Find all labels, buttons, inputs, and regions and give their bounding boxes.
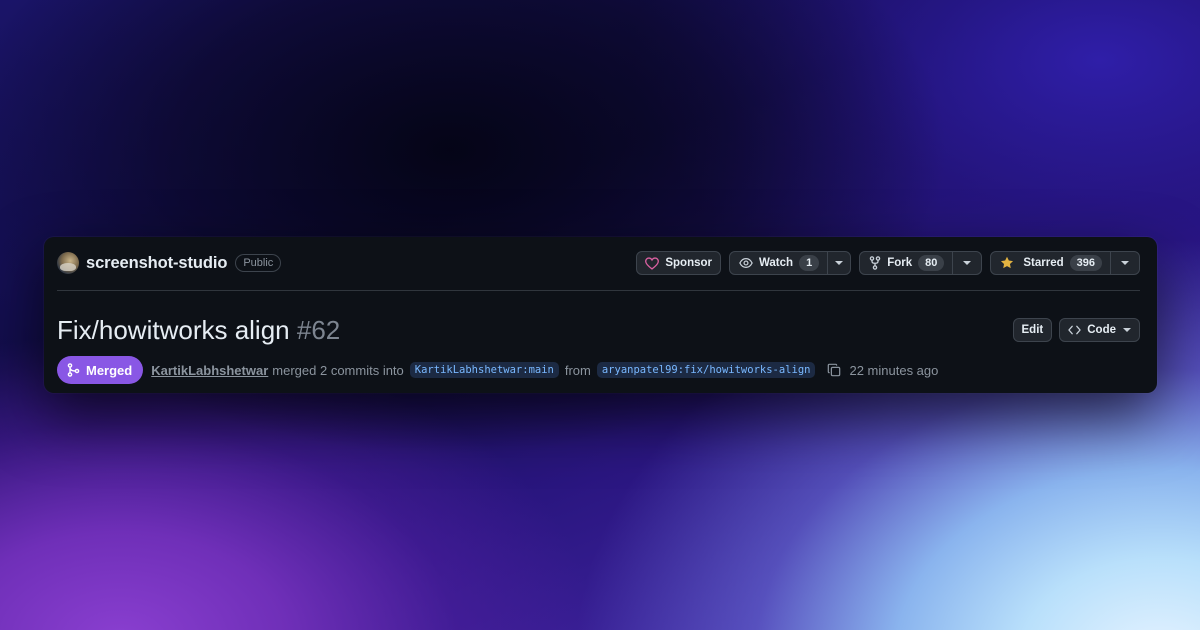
base-branch[interactable]: KartikLabhshetwar:main <box>409 362 559 378</box>
star-dropdown[interactable] <box>1110 252 1139 274</box>
edit-button[interactable]: Edit <box>1012 318 1053 342</box>
star-button-group: Starred 396 <box>990 251 1140 275</box>
merged-status-label: Merged <box>86 362 133 378</box>
visibility-badge: Public <box>235 254 282 272</box>
star-count: 396 <box>1069 255 1102 271</box>
watch-count: 1 <box>799 255 820 271</box>
chevron-down-icon <box>1121 261 1129 265</box>
fork-label: Fork <box>887 257 913 269</box>
header-divider <box>57 290 1140 291</box>
copy-icon[interactable] <box>827 363 841 377</box>
heart-icon <box>645 256 660 270</box>
chevron-down-icon <box>963 261 972 265</box>
code-label: Code <box>1087 324 1116 336</box>
watch-dropdown[interactable] <box>827 252 850 274</box>
head-branch[interactable]: aryanpatel99:fix/howitworks-align <box>596 362 816 378</box>
watch-button[interactable]: Watch 1 <box>730 252 827 274</box>
edit-label: Edit <box>1021 324 1044 336</box>
repo-header: screenshot-studio Public Sponsor Watch 1 <box>57 249 1140 277</box>
repo-actions: Sponsor Watch 1 Fork 80 Starred 396 <box>636 251 1140 275</box>
chevron-down-icon <box>1123 328 1131 332</box>
author-link[interactable]: KartikLabhshetwar <box>151 363 268 378</box>
eye-icon <box>739 257 753 269</box>
code-icon <box>1068 325 1081 335</box>
merge-icon <box>67 363 80 377</box>
from-text: from <box>564 362 591 378</box>
pr-meta: Merged KartikLabhshetwar merged 2 commit… <box>57 356 938 384</box>
sponsor-button[interactable]: Sponsor <box>636 251 721 275</box>
pr-title-text: Fix/howitworks align <box>57 315 290 345</box>
merged-status-badge: Merged <box>57 356 144 384</box>
fork-icon <box>869 256 881 270</box>
pull-request-card: screenshot-studio Public Sponsor Watch 1 <box>44 237 1157 393</box>
fork-dropdown[interactable] <box>952 252 981 274</box>
starred-label: Starred <box>1023 257 1064 269</box>
watch-button-group: Watch 1 <box>728 251 852 275</box>
merge-time: 22 minutes ago <box>849 362 939 378</box>
starred-button[interactable]: Starred 396 <box>991 252 1110 274</box>
pr-title: Fix/howitworks align #62 <box>57 314 340 346</box>
avatar[interactable] <box>57 252 79 274</box>
pr-number: #62 <box>296 315 341 345</box>
sponsor-label: Sponsor <box>665 257 712 269</box>
code-button[interactable]: Code <box>1059 318 1140 342</box>
star-icon <box>1000 256 1014 270</box>
chevron-down-icon <box>835 261 844 265</box>
merge-action-text: merged 2 commits into <box>272 362 404 378</box>
title-actions: Edit Code <box>1012 318 1140 342</box>
fork-count: 80 <box>918 255 945 271</box>
fork-button-group: Fork 80 <box>859 251 983 275</box>
fork-button[interactable]: Fork 80 <box>860 252 952 274</box>
repo-name[interactable]: screenshot-studio <box>86 254 227 273</box>
watch-label: Watch <box>758 257 794 269</box>
